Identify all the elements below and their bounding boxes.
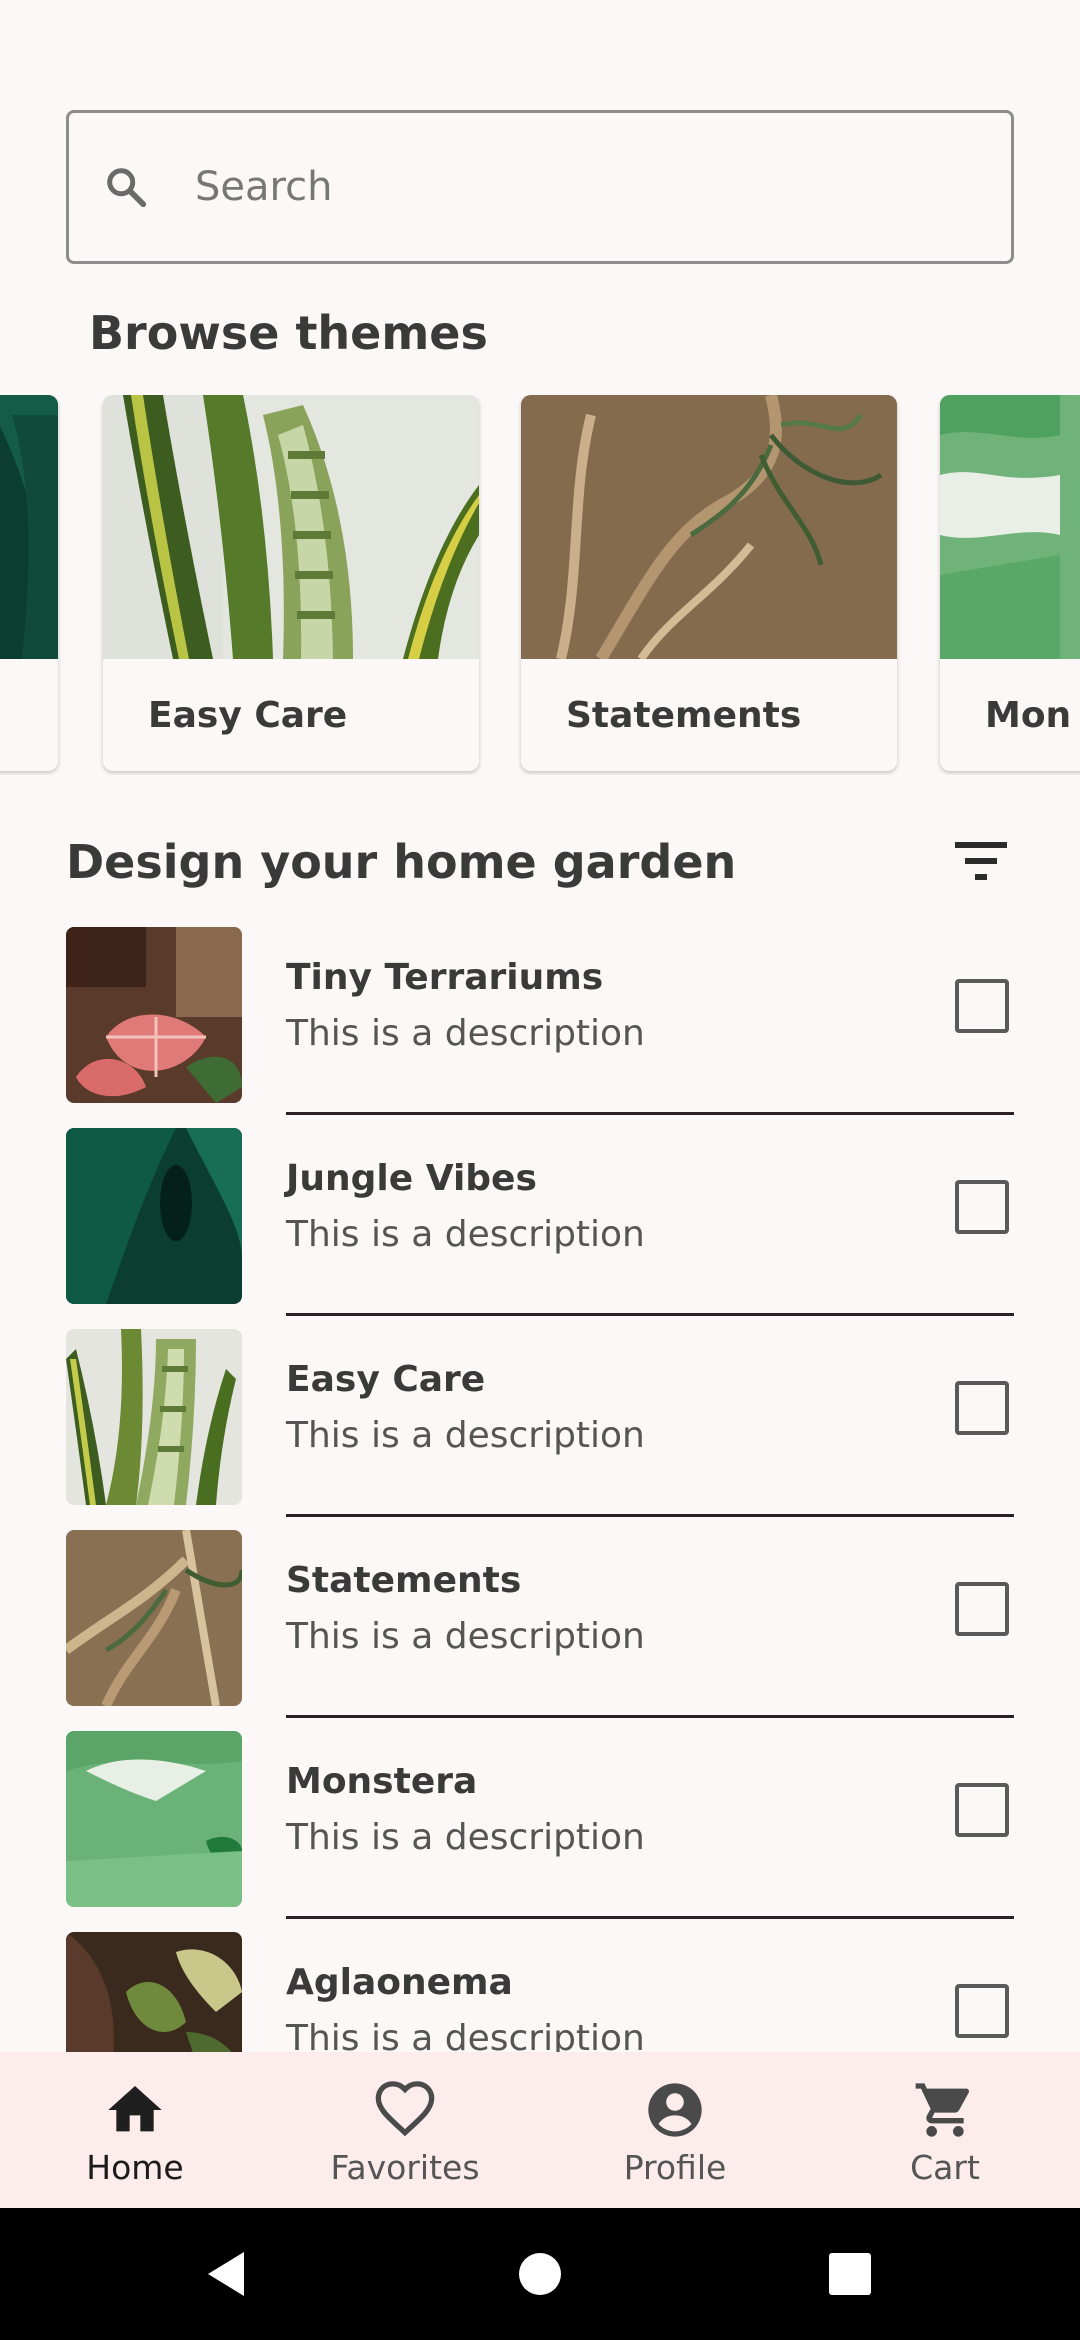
account-circle-icon bbox=[648, 2083, 702, 2137]
list-item[interactable]: Monstera This is a description bbox=[0, 1727, 1080, 1928]
theme-card-monstera[interactable]: Mon bbox=[940, 395, 1080, 771]
thumbnail-image bbox=[66, 927, 242, 1103]
nav-cart[interactable]: Cart bbox=[810, 2052, 1080, 2208]
theme-image bbox=[521, 395, 897, 659]
divider bbox=[286, 1112, 1014, 1115]
cart-icon bbox=[915, 2083, 969, 2137]
nav-home[interactable]: Home bbox=[0, 2052, 270, 2208]
system-navigation-bar bbox=[0, 2208, 1080, 2340]
thumbnail-image bbox=[66, 1932, 242, 2052]
list-item[interactable]: Aglaonema This is a description bbox=[0, 1928, 1080, 2052]
filter-icon[interactable] bbox=[951, 836, 1011, 886]
list-item[interactable]: Jungle Vibes This is a description bbox=[0, 1124, 1080, 1325]
back-icon[interactable] bbox=[196, 2244, 256, 2304]
thumbnail-image bbox=[66, 1530, 242, 1706]
theme-image bbox=[103, 395, 479, 659]
list-item[interactable]: Easy Care This is a description bbox=[0, 1325, 1080, 1526]
divider bbox=[286, 1715, 1014, 1718]
browse-themes-title: Browse themes bbox=[89, 306, 488, 360]
checkbox[interactable] bbox=[955, 1582, 1009, 1636]
checkbox[interactable] bbox=[955, 1180, 1009, 1234]
divider bbox=[286, 1313, 1014, 1316]
checkbox[interactable] bbox=[955, 979, 1009, 1033]
theme-card-jungle[interactable] bbox=[0, 395, 58, 771]
thumbnail-image bbox=[66, 1128, 242, 1304]
theme-image bbox=[0, 395, 58, 659]
thumbnail-image bbox=[66, 1329, 242, 1505]
theme-card-statements[interactable]: Statements bbox=[521, 395, 897, 771]
theme-card-easy-care[interactable]: Easy Care bbox=[103, 395, 479, 771]
search-field[interactable] bbox=[66, 110, 1014, 264]
nav-favorites[interactable]: Favorites bbox=[270, 2052, 540, 2208]
recents-icon[interactable] bbox=[820, 2244, 880, 2304]
search-icon bbox=[107, 168, 147, 208]
nav-profile[interactable]: Profile bbox=[540, 2052, 810, 2208]
search-input[interactable] bbox=[195, 113, 975, 261]
garden-list[interactable]: Tiny Terrariums This is a description Ju… bbox=[0, 920, 1080, 2052]
themes-carousel[interactable]: Easy Care Statements Mon bbox=[0, 395, 1080, 775]
divider bbox=[286, 1916, 1014, 1919]
checkbox[interactable] bbox=[955, 1783, 1009, 1837]
design-garden-title: Design your home garden bbox=[66, 835, 737, 889]
home-icon bbox=[108, 2086, 162, 2132]
divider bbox=[286, 1514, 1014, 1517]
checkbox[interactable] bbox=[955, 1984, 1009, 2038]
checkbox[interactable] bbox=[955, 1381, 1009, 1435]
home-circle-icon[interactable] bbox=[510, 2244, 570, 2304]
heart-outline-icon bbox=[375, 2081, 435, 2137]
list-item[interactable]: Tiny Terrariums This is a description bbox=[0, 923, 1080, 1124]
theme-image bbox=[940, 395, 1080, 659]
list-item[interactable]: Statements This is a description bbox=[0, 1526, 1080, 1727]
bottom-navigation: Home Favorites Profile Cart bbox=[0, 2052, 1080, 2208]
thumbnail-image bbox=[66, 1731, 242, 1907]
